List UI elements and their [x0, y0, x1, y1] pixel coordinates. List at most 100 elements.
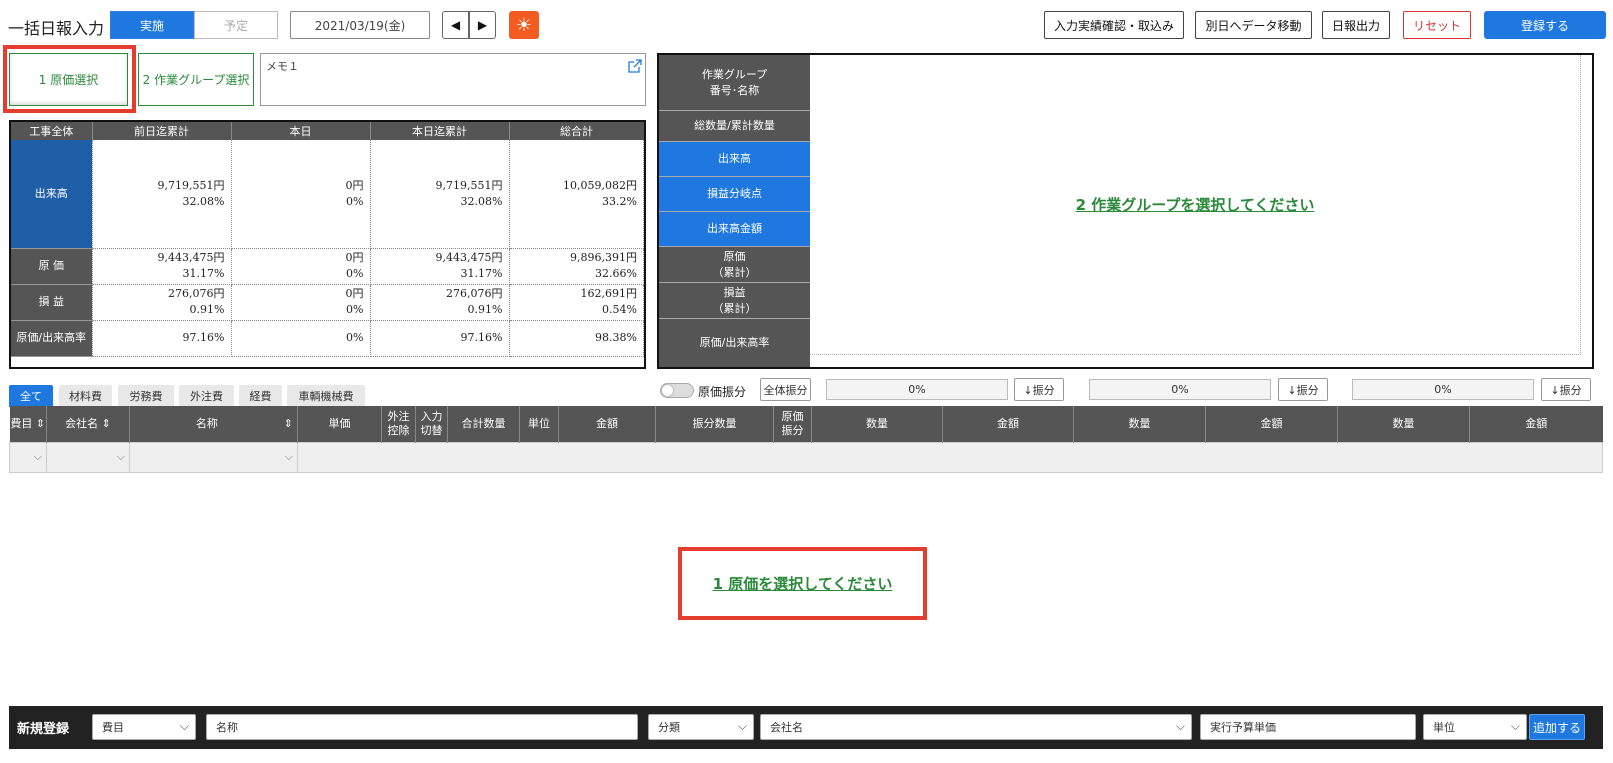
- tab-material[interactable]: 材料費: [59, 385, 112, 407]
- step-workgroup-select-button[interactable]: 2 作業グループ選択: [138, 53, 254, 106]
- prev-day-button[interactable]: ◀: [442, 11, 469, 39]
- unit-price-input[interactable]: 実行予算単価: [1200, 714, 1416, 740]
- next-day-button[interactable]: ▶: [469, 11, 496, 39]
- report-output-button[interactable]: 日報出力: [1322, 11, 1390, 39]
- external-link-icon[interactable]: [627, 58, 643, 74]
- summary-row-label: 損 益: [11, 284, 93, 321]
- header-outsourcing-deduction: 外注 控除: [381, 406, 416, 442]
- chevron-down-icon: ⌵: [284, 450, 293, 463]
- tab-vehicle[interactable]: 車輌機械費: [287, 385, 365, 407]
- tab-expense[interactable]: 経費: [239, 385, 282, 407]
- project-summary-table: 工事全体 前日迄累計 本日 本日迄累計 総合計 出来高 9,719,551円 32…: [9, 120, 646, 369]
- summary-cell: 276,076円 0.91%: [92, 284, 232, 321]
- summary-cell: 276,076円 0.91%: [370, 284, 510, 321]
- allocate-button[interactable]: ↓振分: [1014, 378, 1064, 401]
- name-input[interactable]: 名称: [206, 714, 638, 740]
- header-quantity: 数量: [811, 406, 943, 442]
- mode-actual-toggle[interactable]: 実施: [110, 11, 194, 39]
- page-title: 一括日報入力: [8, 19, 105, 38]
- summary-cell: 97.16%: [92, 320, 232, 357]
- summary-header: 工事全体: [11, 122, 93, 140]
- summary-header: 総合計: [509, 122, 644, 140]
- cost-allocation-label: 原価振分: [698, 385, 747, 399]
- triangle-right-icon: ▶: [477, 18, 488, 32]
- tab-all[interactable]: 全て: [9, 385, 53, 407]
- summary-header: 前日迄累計: [92, 122, 232, 140]
- wg-label-ratio: 原価/出来高率: [659, 319, 810, 367]
- select-cost-link[interactable]: 1 原価を選択してください: [713, 573, 893, 594]
- add-button[interactable]: 追加する: [1529, 714, 1585, 740]
- cost-empty-state: 1 原価を選択してください: [678, 547, 927, 620]
- new-entry-title: 新規登録: [17, 722, 70, 737]
- summary-cell: 0円 0%: [231, 248, 371, 285]
- summary-cell: 9,443,475円 31.17%: [92, 248, 232, 285]
- confirm-import-button[interactable]: 入力実績確認・取込み: [1044, 11, 1184, 39]
- date-field[interactable]: 2021/03/19(金): [290, 11, 430, 39]
- header-cost-allocation: 原価 振分: [773, 406, 812, 442]
- summary-cell: 9,443,475円 31.17%: [370, 248, 510, 285]
- allocate-all-button[interactable]: 全体振分: [760, 378, 811, 401]
- mode-plan-toggle[interactable]: 予定: [194, 11, 278, 39]
- sort-icon: ⇕: [35, 416, 46, 430]
- move-data-button[interactable]: 別日へデータ移動: [1195, 11, 1312, 39]
- header-company[interactable]: 会社名 ⇕: [46, 406, 130, 442]
- header-total-quantity: 合計数量: [447, 406, 520, 442]
- allocation-percent: 0%: [1089, 379, 1271, 400]
- summary-cell: 0円 0%: [231, 140, 371, 249]
- summary-cell: 162,691円 0.54%: [509, 284, 644, 321]
- select-workgroup-link[interactable]: 2 作業グループを選択してください: [1076, 194, 1315, 215]
- filter-company-select[interactable]: ⌵: [46, 441, 130, 473]
- workgroup-empty-state: 2 作業グループを選択してください: [810, 55, 1581, 355]
- triangle-left-icon: ◀: [450, 18, 461, 32]
- tab-outsourcing[interactable]: 外注費: [179, 385, 234, 407]
- highlight-frame: [3, 45, 136, 113]
- summary-header: 本日迄累計: [370, 122, 510, 140]
- allocation-percent: 0%: [1352, 379, 1534, 400]
- header-amount: 金額: [1205, 406, 1338, 442]
- allocate-button[interactable]: ↓振分: [1278, 378, 1328, 401]
- chevron-down-icon: ⌵: [179, 719, 189, 733]
- chevron-down-icon: ⌵: [1175, 719, 1185, 733]
- header-unit: 単位: [519, 406, 559, 442]
- classification-select[interactable]: 分類 ⌵: [648, 714, 754, 740]
- header-name[interactable]: 名称 ⇕: [129, 406, 298, 442]
- chevron-down-icon: ⌵: [737, 719, 747, 733]
- header-amount: 金額: [1469, 406, 1603, 442]
- summary-cell: 9,719,551円 32.08%: [92, 140, 232, 249]
- workgroup-panel: 作業グループ 番号･名称 総数量/累計数量 出来高 損益分岐点 出来高金額 原価…: [657, 53, 1594, 369]
- wg-label-output: 出来高: [659, 142, 810, 177]
- chevron-down-icon: ⌵: [116, 450, 125, 463]
- wg-label-quantity: 総数量/累計数量: [659, 111, 810, 142]
- header-quantity: 数量: [1337, 406, 1470, 442]
- summary-cell: 98.38%: [509, 320, 644, 357]
- header-allocation-quantity: 振分数量: [655, 406, 774, 442]
- header-amount: 金額: [942, 406, 1074, 442]
- register-button[interactable]: 登録する: [1484, 11, 1606, 39]
- wg-label-output-amount: 出来高金額: [659, 212, 810, 247]
- filter-name-select[interactable]: ⌵: [129, 441, 298, 473]
- header-quantity: 数量: [1073, 406, 1206, 442]
- cost-allocation-toggle[interactable]: [660, 383, 694, 398]
- memo-field[interactable]: メモ１: [260, 53, 646, 106]
- reset-button[interactable]: リセット: [1403, 11, 1471, 39]
- chevron-down-icon: ⌵: [1510, 719, 1520, 733]
- company-select[interactable]: 会社名 ⌵: [760, 714, 1192, 740]
- summary-cell: 10,059,082円 33.2%: [509, 140, 644, 249]
- header-input-switch: 入力 切替: [415, 406, 448, 442]
- summary-cell: 9,719,551円 32.08%: [370, 140, 510, 249]
- wg-label-profit: 損益 （累計）: [659, 283, 810, 319]
- cost-item-select[interactable]: 費目 ⌵: [92, 714, 196, 740]
- new-entry-bar: 新規登録 費目 ⌵ 名称 分類 ⌵ 会社名 ⌵ 実行予算単価 単位 ⌵ 追加する: [9, 706, 1603, 749]
- header-unit-price: 単価: [297, 406, 382, 442]
- weather-button[interactable]: ☀: [509, 11, 539, 39]
- chevron-down-icon: ⌵: [33, 450, 42, 463]
- unit-select[interactable]: 単位 ⌵: [1423, 714, 1527, 740]
- filter-cost-item-select[interactable]: ⌵: [9, 441, 47, 473]
- summary-row-label: 原価/出来高率: [11, 320, 93, 357]
- tab-labor[interactable]: 労務費: [118, 385, 174, 407]
- header-cost-item[interactable]: 費目 ⇕: [9, 406, 47, 442]
- summary-cell: 9,896,391円 32.66%: [509, 248, 644, 285]
- header-amount: 金額: [558, 406, 656, 442]
- summary-row-label: 原 価: [11, 248, 93, 285]
- allocate-button[interactable]: ↓振分: [1541, 378, 1591, 401]
